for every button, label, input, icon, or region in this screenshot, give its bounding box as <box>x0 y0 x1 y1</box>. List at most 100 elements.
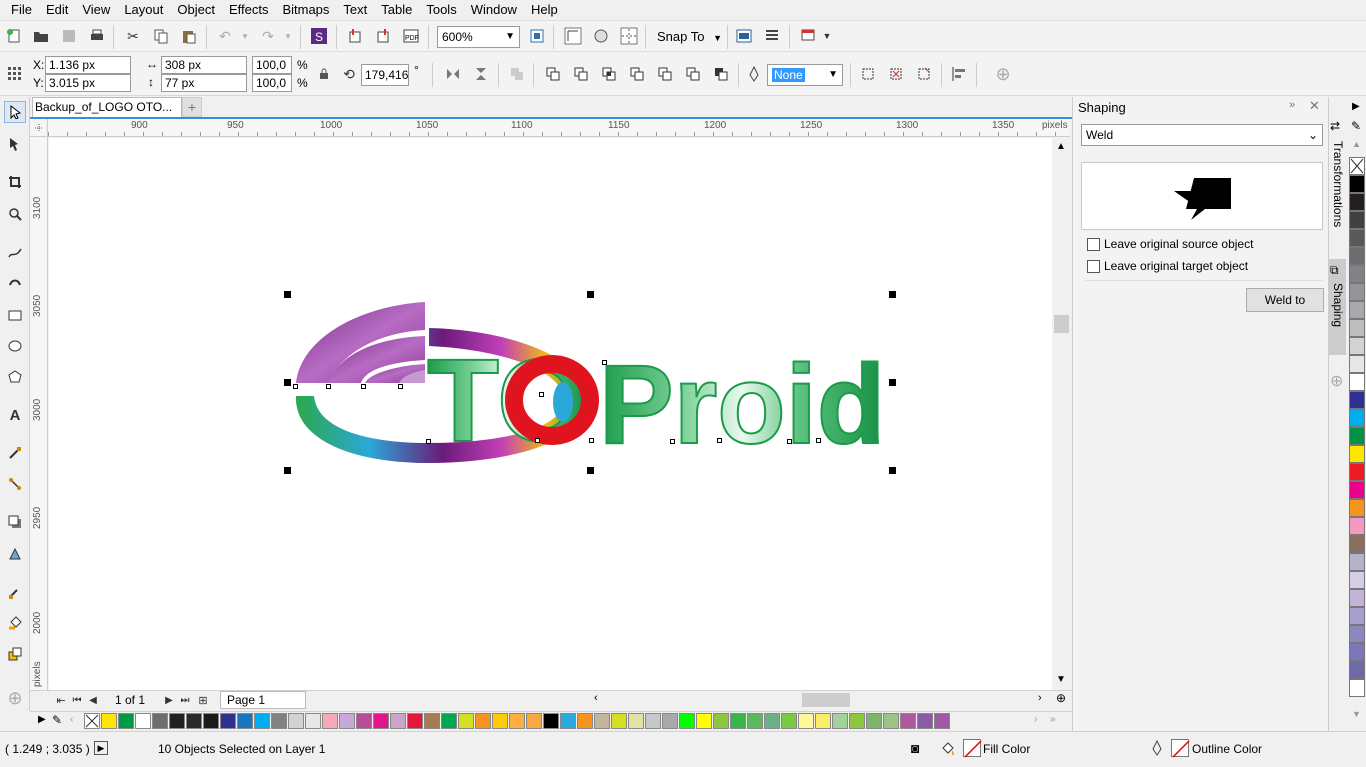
color-swatch[interactable] <box>1349 229 1365 247</box>
interactive-fill-tool-icon[interactable] <box>4 612 26 634</box>
path-node[interactable] <box>326 384 331 389</box>
color-swatch[interactable] <box>1349 661 1365 679</box>
transparency-tool-icon[interactable] <box>4 543 26 565</box>
drop-shadow-tool-icon[interactable] <box>4 511 26 533</box>
ungroup-icon[interactable] <box>913 63 935 85</box>
color-swatch[interactable] <box>1349 499 1365 517</box>
eyedropper-tool-icon[interactable] <box>4 581 26 603</box>
color-swatch[interactable] <box>781 713 797 729</box>
color-swatch[interactable] <box>696 713 712 729</box>
fill-bucket-icon[interactable] <box>940 740 956 759</box>
scale-width-field[interactable]: 100,0 <box>252 56 292 74</box>
x-position-field[interactable]: 1.136 px <box>45 56 131 74</box>
color-swatch[interactable] <box>1349 283 1365 301</box>
simplify-icon[interactable] <box>626 63 648 85</box>
export-icon[interactable] <box>372 25 394 47</box>
weld-to-button[interactable]: Weld to <box>1246 288 1324 312</box>
color-swatch[interactable] <box>373 713 389 729</box>
drawing-canvas[interactable]: TO Proid <box>49 138 1052 690</box>
width-field[interactable]: 308 px <box>161 56 247 74</box>
color-swatch[interactable] <box>1349 427 1365 445</box>
mirror-horizontal-icon[interactable] <box>442 63 464 85</box>
create-boundary-box-icon[interactable] <box>857 63 879 85</box>
freehand-tool-icon[interactable] <box>4 241 26 263</box>
color-swatch[interactable] <box>186 713 202 729</box>
search-content-icon[interactable]: S <box>308 25 330 47</box>
color-swatch[interactable] <box>1349 553 1365 571</box>
menu-text[interactable]: Text <box>336 0 374 19</box>
add-icon[interactable]: ⊕ <box>992 63 1014 85</box>
color-swatch[interactable] <box>645 713 661 729</box>
play-icon[interactable]: ▶ <box>94 741 108 755</box>
color-swatch[interactable] <box>764 713 780 729</box>
open-icon[interactable] <box>30 25 52 47</box>
color-swatch[interactable] <box>560 713 576 729</box>
color-swatch[interactable] <box>934 713 950 729</box>
color-swatch[interactable] <box>407 713 423 729</box>
color-swatch[interactable] <box>1349 463 1365 481</box>
outline-width-select[interactable]: None ▼ <box>767 64 843 86</box>
cut-icon[interactable]: ✂ <box>122 25 144 47</box>
color-swatch[interactable] <box>1349 373 1365 391</box>
palette-scroll-up-icon[interactable]: ▲ <box>1352 139 1361 149</box>
path-node[interactable] <box>535 438 540 443</box>
smart-fill-tool-icon[interactable] <box>4 643 26 665</box>
color-swatch[interactable] <box>883 713 899 729</box>
path-node[interactable] <box>589 438 594 443</box>
horizontal-ruler[interactable]: 900 950 1000 1050 1100 1150 1200 1250 13… <box>48 119 1070 137</box>
zoom-tool-icon[interactable] <box>4 203 26 225</box>
rotation-angle-field[interactable]: 179,416 <box>361 64 409 86</box>
color-swatch[interactable] <box>543 713 559 729</box>
import-icon[interactable] <box>344 25 366 47</box>
color-swatch[interactable] <box>849 713 865 729</box>
add-page-icon[interactable]: ⊞ <box>192 689 214 711</box>
color-swatch[interactable] <box>288 713 304 729</box>
trim-icon[interactable] <box>570 63 592 85</box>
path-node[interactable] <box>293 384 298 389</box>
no-color-swatch[interactable] <box>1349 157 1365 175</box>
zoom-icon[interactable]: ⊕ <box>1056 691 1066 705</box>
palette-options-icon[interactable]: ▶ <box>38 714 46 725</box>
menu-object[interactable]: Object <box>170 0 222 19</box>
selection-handle[interactable] <box>587 467 594 474</box>
weld-icon[interactable] <box>542 63 564 85</box>
color-swatch[interactable] <box>356 713 372 729</box>
color-swatch[interactable] <box>1349 337 1365 355</box>
menu-file[interactable]: File <box>4 0 39 19</box>
palette-expand-icon[interactable]: » <box>1050 714 1056 725</box>
selection-handle[interactable] <box>889 379 896 386</box>
paste-icon[interactable] <box>178 25 200 47</box>
color-swatch[interactable] <box>1349 211 1365 229</box>
color-swatch[interactable] <box>832 713 848 729</box>
color-swatch[interactable] <box>305 713 321 729</box>
path-node[interactable] <box>539 392 544 397</box>
color-swatch[interactable] <box>1349 679 1365 697</box>
color-swatch[interactable] <box>492 713 508 729</box>
color-swatch[interactable] <box>1349 625 1365 643</box>
copy-icon[interactable] <box>150 25 172 47</box>
color-swatch[interactable] <box>1349 481 1365 499</box>
add-tab-icon[interactable]: + <box>182 97 202 117</box>
path-node[interactable] <box>398 384 403 389</box>
color-swatch[interactable] <box>322 713 338 729</box>
palette-options-icon[interactable]: ▶ <box>1352 101 1360 112</box>
parallel-dimension-tool-icon[interactable] <box>4 442 26 464</box>
selection-handle[interactable] <box>889 467 896 474</box>
y-position-field[interactable]: 3.015 px <box>45 74 131 92</box>
redo-icon[interactable]: ↷ <box>257 25 279 47</box>
color-swatch[interactable] <box>152 713 168 729</box>
color-swatch[interactable] <box>679 713 695 729</box>
color-swatch[interactable] <box>628 713 644 729</box>
options-icon[interactable] <box>733 25 755 47</box>
color-swatch[interactable] <box>1349 517 1365 535</box>
redo-dropdown-icon[interactable]: ▾ <box>277 25 299 47</box>
color-swatch[interactable] <box>1349 535 1365 553</box>
snap-to-button[interactable]: Snap To ▼ <box>657 29 722 44</box>
color-swatch[interactable] <box>390 713 406 729</box>
path-node[interactable] <box>361 384 366 389</box>
color-swatch[interactable] <box>135 713 151 729</box>
color-swatch[interactable] <box>1349 445 1365 463</box>
menu-layout[interactable]: Layout <box>117 0 170 19</box>
color-swatch[interactable] <box>1349 301 1365 319</box>
path-node[interactable] <box>717 438 722 443</box>
